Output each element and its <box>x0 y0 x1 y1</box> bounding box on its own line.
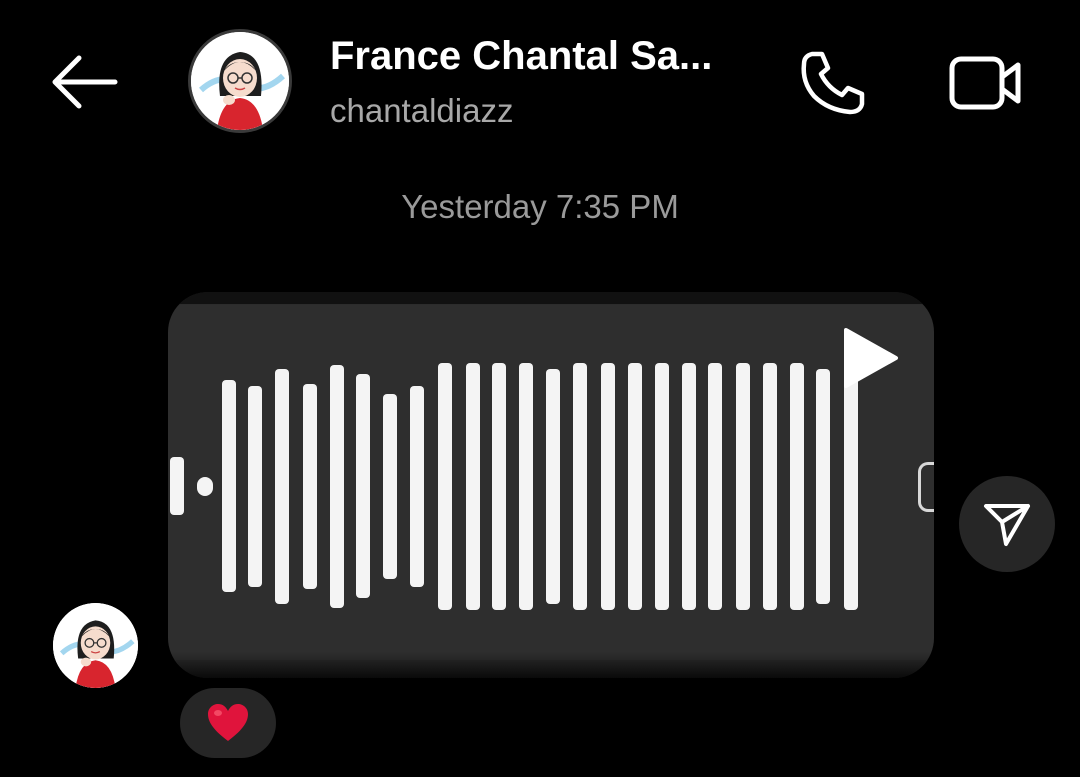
bubble-top-edge <box>168 292 934 304</box>
waveform-bar <box>383 393 397 579</box>
video-camera-icon <box>949 56 1021 110</box>
waveform-bar <box>682 362 696 610</box>
waveform-bar <box>601 362 615 610</box>
heart-reaction[interactable] <box>180 688 276 758</box>
share-button[interactable] <box>959 476 1055 572</box>
waveform-bar <box>356 374 370 598</box>
waveform-bar <box>197 476 213 496</box>
paper-plane-icon <box>984 504 1030 546</box>
waveform-bar <box>248 385 262 587</box>
contact-avatar[interactable] <box>188 29 292 133</box>
waveform-bar <box>628 362 642 610</box>
contact-name[interactable]: France Chantal Sa... <box>330 34 710 79</box>
message-timestamp: Yesterday 7:35 PM <box>401 188 679 225</box>
waveform-bar <box>275 368 289 604</box>
waveform-bar <box>763 362 777 610</box>
waveform-bar <box>303 383 317 589</box>
arrow-left-icon <box>52 55 118 109</box>
sender-avatar[interactable] <box>53 603 138 688</box>
voice-message-bubble[interactable] <box>168 292 934 678</box>
play-icon[interactable] <box>840 326 900 390</box>
chat-header: France Chantal Sa... chantaldiazz <box>0 0 1080 165</box>
waveform-bar <box>466 362 480 610</box>
waveform-bar <box>330 364 344 608</box>
back-button[interactable] <box>44 50 124 114</box>
heart-icon <box>208 704 248 741</box>
audio-call-button[interactable] <box>792 42 874 124</box>
waveform-bar <box>736 362 750 610</box>
waveform-bar <box>844 362 858 610</box>
waveform-bar <box>790 362 804 610</box>
waveform-bar <box>546 368 560 604</box>
avatar-illustration <box>53 603 138 688</box>
waveform-bar <box>170 457 184 515</box>
waveform-bar <box>519 362 533 610</box>
waveform-bar <box>816 368 830 604</box>
video-call-button[interactable] <box>940 42 1032 124</box>
waveform-bar <box>410 385 424 587</box>
contact-username[interactable]: chantaldiazz <box>330 92 513 130</box>
avatar-illustration <box>191 32 289 130</box>
bubble-bottom-edge <box>168 660 934 678</box>
waveform-bar <box>222 380 236 592</box>
phone-icon <box>801 51 865 115</box>
waveform-bar <box>438 362 452 610</box>
waveform-bar <box>655 362 669 610</box>
waveform-bar <box>573 362 587 610</box>
waveform-bar <box>708 362 722 610</box>
waveform-bar <box>492 362 506 610</box>
waveform-edge-mark <box>918 462 934 512</box>
